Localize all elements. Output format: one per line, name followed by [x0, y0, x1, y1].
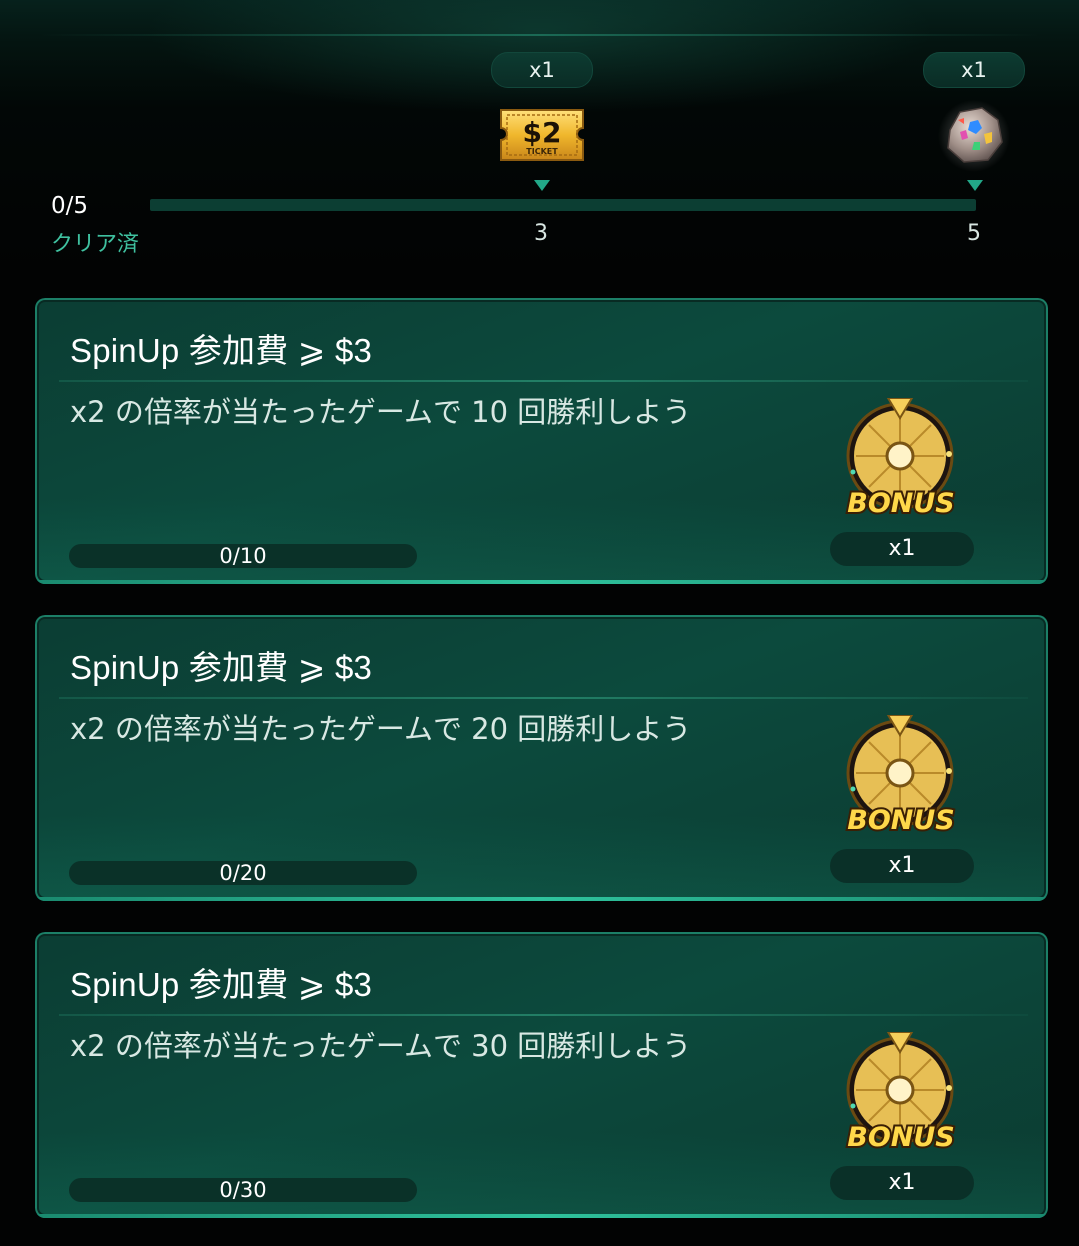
gem-rock-icon[interactable]	[936, 100, 1012, 176]
milestone-reward-count: x1	[923, 52, 1025, 88]
bonus-label: BONUS	[847, 805, 955, 836]
task-progress-bar: 0/20	[69, 861, 417, 885]
milestone-reward-count-text: x1	[961, 58, 987, 82]
task-title: SpinUp 参加費 ⩾ $3	[70, 649, 373, 686]
milestone-reward-count-text: x1	[529, 58, 555, 82]
bonus-wheel-icon[interactable]: BONUS	[843, 397, 961, 528]
card-divider	[59, 380, 1028, 382]
task-progress-bar: 0/10	[69, 544, 417, 568]
task-card[interactable]: SpinUp 参加費 ⩾ $3 x2 の倍率が当たったゲームで 20 回勝利しよ…	[35, 615, 1048, 901]
task-progress-text: 0/10	[219, 544, 267, 568]
milestone-progress-count: 0/5	[51, 193, 89, 219]
milestone-step-label: 3	[534, 221, 548, 246]
milestone-panel: x1 $2 TICKET x1 0/5 クリア済 3 5	[0, 0, 1079, 272]
task-progress-text: 0/20	[219, 861, 267, 885]
task-progress-bar: 0/30	[69, 1178, 417, 1202]
task-description: x2 の倍率が当たったゲームで 10 回勝利しよう	[70, 395, 692, 429]
task-title: SpinUp 参加費 ⩾ $3	[70, 966, 373, 1003]
task-progress-text: 0/30	[219, 1178, 267, 1202]
bonus-wheel-icon[interactable]: BONUS	[843, 1031, 961, 1162]
bonus-label: BONUS	[847, 1122, 955, 1153]
ticket-2-dollar-icon[interactable]: $2 TICKET	[498, 106, 586, 168]
ticket-amount: $2	[523, 116, 562, 149]
milestone-marker	[534, 180, 550, 191]
bonus-wheel-icon[interactable]: BONUS	[843, 714, 961, 845]
task-description: x2 の倍率が当たったゲームで 30 回勝利しよう	[70, 1029, 692, 1063]
card-divider	[59, 697, 1028, 699]
task-title: SpinUp 参加費 ⩾ $3	[70, 332, 373, 369]
ticket-label: TICKET	[526, 147, 558, 156]
milestone-progress-track	[150, 199, 976, 211]
milestone-step-label: 5	[967, 221, 981, 246]
milestone-marker	[967, 180, 983, 191]
milestone-reward-count: x1	[491, 52, 593, 88]
bonus-label: BONUS	[847, 488, 955, 519]
card-divider	[59, 1014, 1028, 1016]
task-reward-count: x1	[830, 532, 974, 566]
task-reward-count: x1	[830, 1166, 974, 1200]
task-card[interactable]: SpinUp 参加費 ⩾ $3 x2 の倍率が当たったゲームで 30 回勝利しよ…	[35, 932, 1048, 1218]
task-card[interactable]: SpinUp 参加費 ⩾ $3 x2 の倍率が当たったゲームで 10 回勝利しよ…	[35, 298, 1048, 584]
task-description: x2 の倍率が当たったゲームで 20 回勝利しよう	[70, 712, 692, 746]
cleared-label: クリア済	[51, 232, 140, 257]
task-reward-count: x1	[830, 849, 974, 883]
